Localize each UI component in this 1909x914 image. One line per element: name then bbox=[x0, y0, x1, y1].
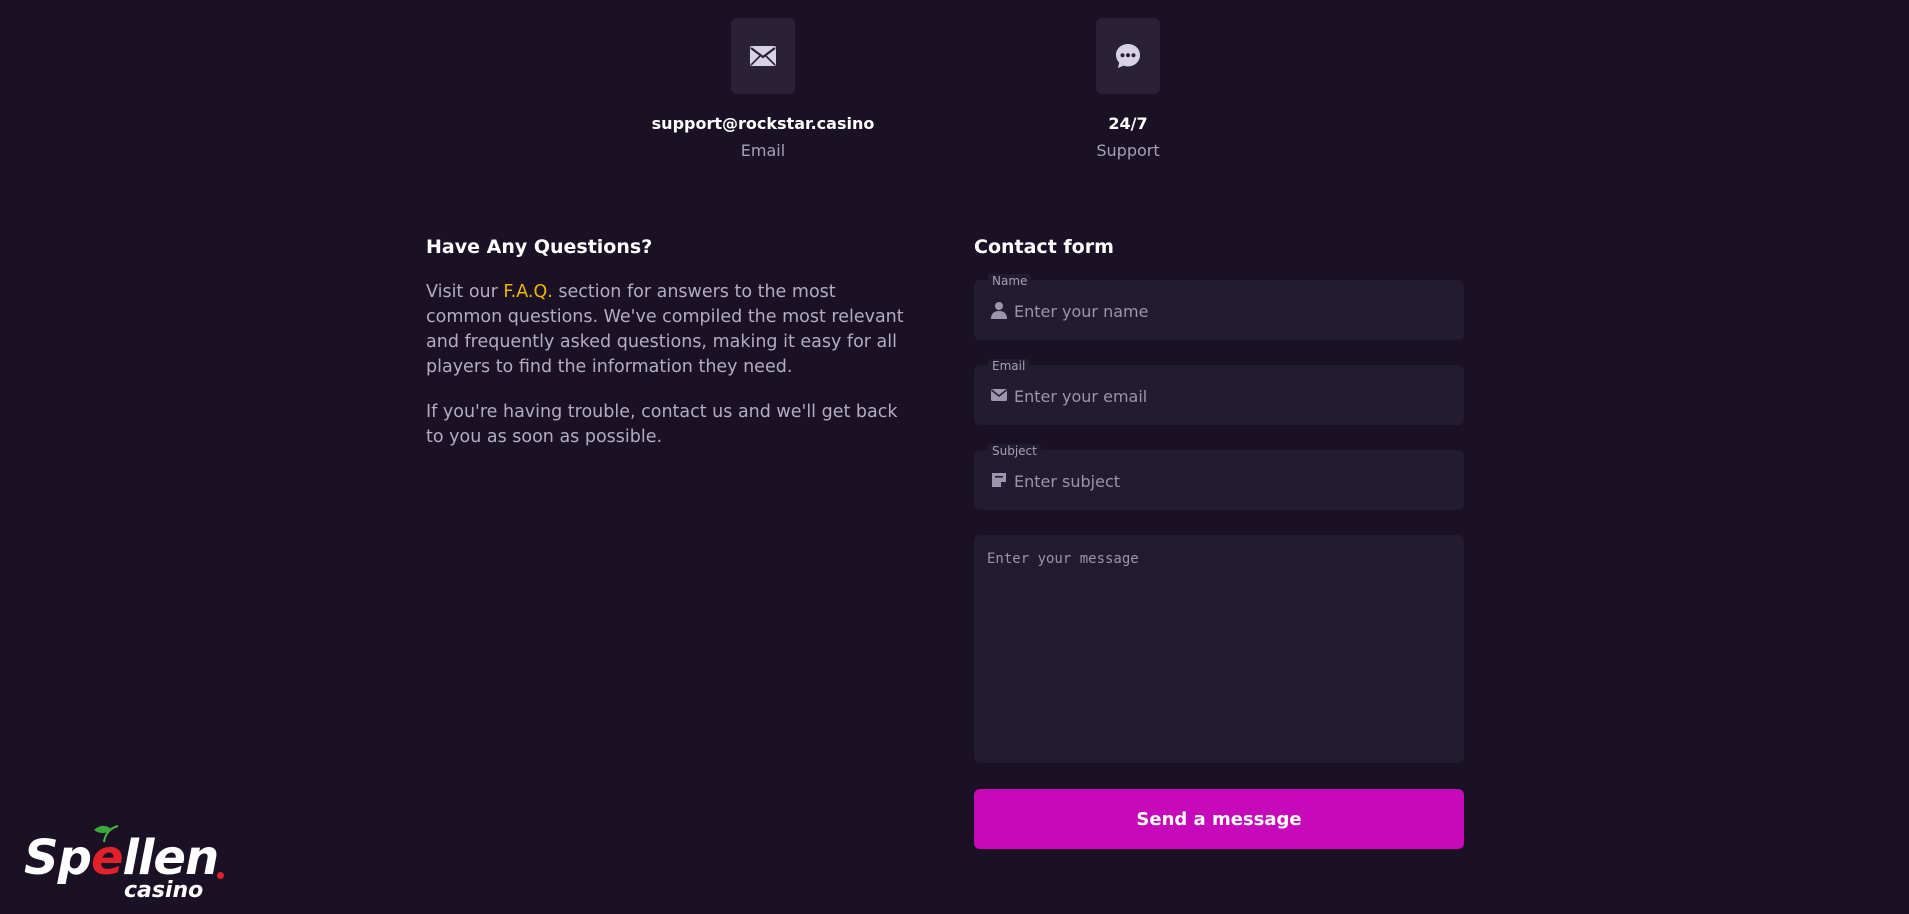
send-message-button[interactable]: Send a message bbox=[974, 789, 1464, 849]
note-icon bbox=[992, 473, 1006, 487]
spellen-casino-logo: Spellen casino bbox=[24, 825, 234, 906]
support-icon-box bbox=[1096, 18, 1160, 94]
message-textarea[interactable] bbox=[974, 535, 1464, 763]
faq-heading: Have Any Questions? bbox=[426, 236, 653, 258]
faq-paragraph-1-prefix: Visit our bbox=[426, 282, 504, 302]
contact-form: Contact form Name Email Subject Send a m… bbox=[974, 236, 1464, 849]
user-icon bbox=[991, 302, 1007, 319]
subject-input[interactable] bbox=[1012, 450, 1456, 512]
faq-section: Have Any Questions? Visit our F.A.Q. sec… bbox=[426, 236, 914, 470]
chat-icon bbox=[1116, 44, 1140, 68]
envelope-icon bbox=[750, 46, 776, 66]
email-address[interactable]: support@rockstar.casino bbox=[643, 114, 883, 133]
email-label: Email bbox=[740, 141, 786, 160]
support-contact-card: 24/7 Support bbox=[1008, 18, 1248, 160]
support-hours: 24/7 bbox=[1108, 114, 1148, 133]
logo-subtitle: casino bbox=[124, 878, 204, 903]
subject-field: Subject bbox=[974, 444, 1464, 512]
email-icon-box bbox=[731, 18, 795, 94]
logo-wordmark-start: Sp bbox=[24, 830, 92, 886]
contact-form-heading: Contact form bbox=[974, 236, 1114, 258]
name-field: Name bbox=[974, 274, 1464, 342]
faq-link[interactable]: F.A.Q. bbox=[503, 282, 552, 302]
logo-dot bbox=[217, 872, 224, 879]
logo-wordmark-e: e bbox=[90, 830, 124, 886]
email-field: Email bbox=[974, 359, 1464, 427]
faq-paragraph-2: If you're having trouble, contact us and… bbox=[426, 402, 898, 447]
support-label: Support bbox=[1096, 141, 1160, 160]
faq-paragraph-1: Visit our F.A.Q. section for answers to … bbox=[426, 280, 914, 380]
email-contact-card: support@rockstar.casino Email bbox=[643, 18, 883, 160]
name-input[interactable] bbox=[1012, 280, 1456, 342]
email-input[interactable] bbox=[1012, 365, 1456, 427]
envelope-icon bbox=[991, 389, 1007, 401]
